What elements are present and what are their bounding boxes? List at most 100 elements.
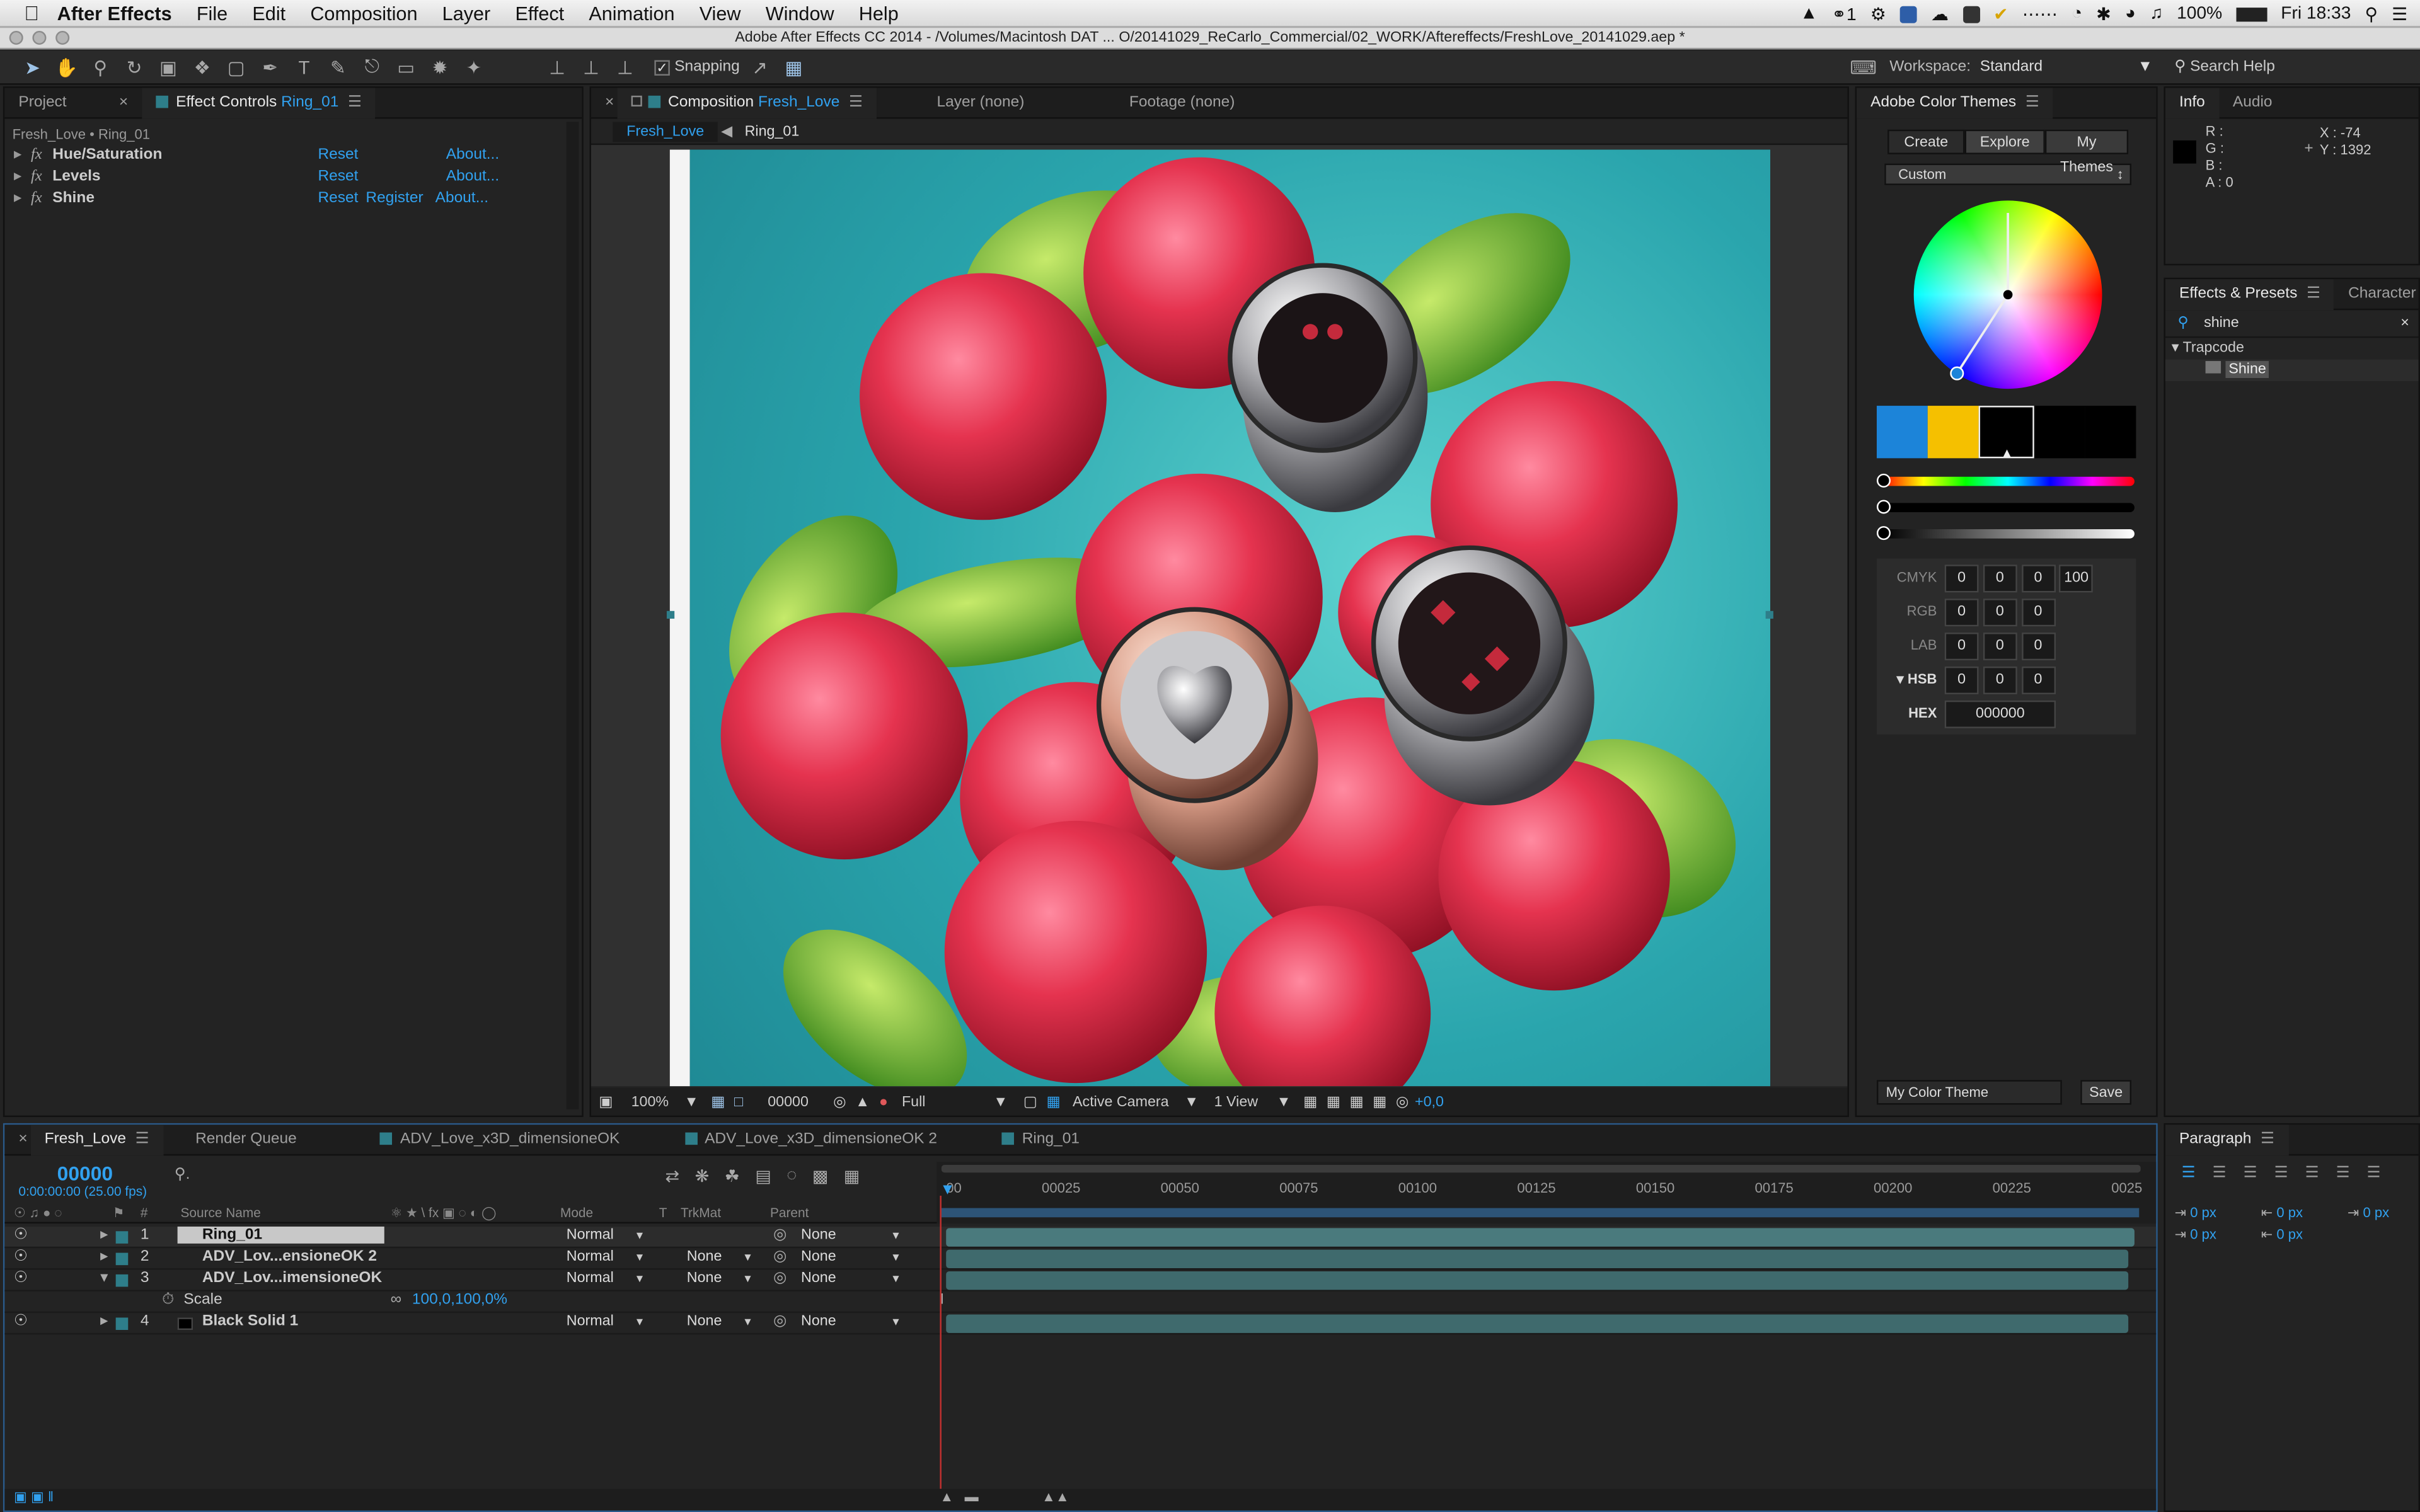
chevron-down-icon[interactable]: ▼ <box>742 1253 753 1264</box>
clock[interactable]: Fri 18:33 <box>2281 4 2351 23</box>
pickwhip-icon[interactable]: ◎ <box>773 1313 786 1330</box>
layer-duration-bar[interactable] <box>946 1228 2135 1247</box>
rotate-tool-icon[interactable]: ↻ <box>120 53 148 81</box>
rectangle-tool-icon[interactable]: ▢ <box>222 53 250 81</box>
eye-icon[interactable]: ☉ <box>14 1248 28 1265</box>
search-help-field[interactable]: ⚲ Search Help <box>2174 59 2275 76</box>
align-center-icon[interactable]: ☰ <box>2206 1165 2233 1186</box>
spotlight-icon[interactable]: ⚲ <box>2365 3 2378 25</box>
layer-duration-bar[interactable] <box>946 1271 2129 1290</box>
tab-create[interactable]: Create <box>1887 129 1965 154</box>
disclosure-triangle-icon[interactable]: ▸ <box>14 188 21 210</box>
fx-icon[interactable]: fx <box>31 166 42 188</box>
chevron-down-icon[interactable]: ▼ <box>635 1317 645 1328</box>
lab-a-field[interactable]: 0 <box>1983 633 2017 661</box>
chevron-down-icon[interactable]: ▼ <box>1276 1093 1291 1110</box>
tab-footage[interactable]: Footage (none) <box>1115 87 1249 118</box>
layer-name[interactable]: ADV_Lov...imensioneOK <box>202 1270 382 1287</box>
disclosure-triangle-icon[interactable]: ▾ <box>100 1270 108 1287</box>
chevron-down-icon[interactable]: ▼ <box>890 1253 901 1264</box>
chevron-down-icon[interactable]: ▼ <box>993 1093 1008 1110</box>
menu-composition[interactable]: Composition <box>298 3 430 24</box>
chevron-down-icon[interactable]: ▼ <box>684 1093 699 1110</box>
layer-row[interactable]: ☉ ▸ 4 Black Solid 1 Normal ▼ None ▼ ◎ No… <box>4 1313 2157 1335</box>
lock-icon[interactable] <box>631 94 642 106</box>
swatch[interactable] <box>1928 406 1979 459</box>
effects-item-shine[interactable]: Shine <box>2165 359 2419 381</box>
layer-row[interactable]: ☉ ▸ 2 ADV_Lov...ensioneOK 2 Normal ▼ Non… <box>4 1248 2157 1270</box>
rgb-r-field[interactable]: 0 <box>1944 598 1979 627</box>
comp-edge-handle[interactable] <box>666 610 675 619</box>
chevron-down-icon[interactable]: ▼ <box>742 1317 753 1328</box>
volume-icon[interactable]: ♫ <box>2150 4 2163 23</box>
zoom-in-icon[interactable]: ▲▲ <box>1042 1489 1069 1504</box>
layer-name[interactable]: Ring_01 <box>177 1226 384 1244</box>
tab-adv-love-2[interactable]: ADV_Love_x3D_dimensioneOK 2 <box>671 1124 951 1155</box>
hsb-b-field[interactable]: 0 <box>2021 666 2055 695</box>
tab-color-themes[interactable]: Adobe Color Themes ☰ <box>1857 87 2053 118</box>
property-row-scale[interactable]: ⏱ Scale ∞ 100,0,100,0% I <box>4 1292 2157 1314</box>
chevron-down-icon[interactable]: ▼ <box>890 1317 901 1328</box>
brush-tool-icon[interactable]: ✎ <box>324 53 352 81</box>
hsb-s-field[interactable]: 0 <box>1983 666 2017 695</box>
tab-effects-presets[interactable]: Effects & Presets ☰ <box>2165 278 2335 310</box>
tab-fresh-love[interactable]: Fresh_Love ☰ <box>30 1124 163 1155</box>
wifi-icon[interactable]: ◕ <box>2125 4 2136 23</box>
snapping-toggle[interactable]: ✓ Snapping <box>654 59 740 76</box>
magnification-select[interactable]: 100% <box>631 1093 669 1110</box>
panel-menu-icon[interactable]: ☰ <box>135 1130 149 1147</box>
norton-icon[interactable]: ✔ <box>1993 3 2008 25</box>
tab-ring-01[interactable]: Ring_01 <box>988 1124 1093 1155</box>
stopwatch-icon[interactable]: ⏱ <box>162 1292 174 1309</box>
swatch[interactable] <box>2033 406 2085 459</box>
effects-search-field[interactable]: ⚲ shine × <box>2165 310 2419 338</box>
panel-scrollbar[interactable] <box>566 122 579 1109</box>
layer-mode-select[interactable]: Normal <box>567 1270 614 1287</box>
toggle-switches-icon[interactable]: ▣ ▣ ‖ <box>14 1489 54 1504</box>
selection-tool-icon[interactable]: ➤ <box>18 53 46 81</box>
saturation-slider[interactable] <box>1876 500 2135 514</box>
app-icon[interactable] <box>1900 5 1917 23</box>
work-area-bar[interactable] <box>941 1164 2141 1173</box>
frame-blending-icon[interactable]: ▤ <box>755 1166 771 1186</box>
effect-row-levels[interactable]: ▸ fx Levels Reset About... <box>4 166 582 188</box>
layer-mode-select[interactable]: Normal <box>567 1227 614 1244</box>
layer-parent-select[interactable]: None <box>801 1270 836 1287</box>
layer-trkmat-select[interactable]: None <box>687 1248 722 1265</box>
disclosure-triangle-icon[interactable]: ▾ <box>2172 340 2183 357</box>
disclosure-triangle-icon[interactable]: ▸ <box>14 166 21 188</box>
safe-zones-icon[interactable]: □ <box>734 1093 743 1110</box>
hsb-h-field[interactable]: 0 <box>1944 666 1979 695</box>
menu-view[interactable]: View <box>687 3 753 24</box>
layer-mode-select[interactable]: Normal <box>567 1313 614 1330</box>
tab-character[interactable]: Character <box>2334 278 2420 309</box>
snap-edges-icon[interactable]: ↗ <box>746 53 774 81</box>
layer-row[interactable]: ☉ ▾ 3 ADV_Lov...imensioneOK Normal ▼ Non… <box>4 1270 2157 1292</box>
save-theme-button[interactable]: Save <box>2080 1080 2132 1105</box>
effects-group-trapcode[interactable]: ▾ Trapcode <box>2165 338 2419 359</box>
space-after-value[interactable]: 0 px <box>2276 1227 2303 1242</box>
eye-icon[interactable]: ☉ <box>14 1227 28 1244</box>
creative-cloud-icon[interactable]: ⚭1 <box>1831 3 1856 25</box>
lab-l-field[interactable]: 0 <box>1944 633 1979 661</box>
motion-blur-icon[interactable]: ◌ <box>786 1166 797 1186</box>
drive-icon[interactable]: ▲ <box>1800 4 1818 23</box>
tab-info[interactable]: Info <box>2165 87 2219 118</box>
menu-edit[interactable]: Edit <box>240 3 298 24</box>
hsb-label-wrap[interactable]: ▾ HSB <box>1877 671 1945 688</box>
show-snapshot-icon[interactable]: ▲ <box>855 1093 870 1110</box>
tab-project[interactable]: Project × <box>4 87 142 118</box>
scale-value[interactable]: 100,0,100,0% <box>412 1292 507 1309</box>
snap-features-icon[interactable]: ▦ <box>780 53 807 81</box>
effect-reset-link[interactable]: Reset <box>318 188 358 210</box>
indent-left-value[interactable]: 0 px <box>2190 1205 2216 1220</box>
camera-select[interactable]: Active Camera <box>1073 1093 1169 1110</box>
hex-field[interactable]: 000000 <box>1944 700 2056 728</box>
pickwhip-icon[interactable]: ◎ <box>773 1248 786 1265</box>
label-color-swatch[interactable] <box>115 1252 129 1266</box>
disclosure-triangle-icon[interactable]: ▸ <box>100 1313 108 1330</box>
breadcrumb-layer[interactable]: Ring_01 <box>745 123 800 140</box>
snapping-checkbox[interactable]: ✓ <box>654 59 670 75</box>
tab-layer[interactable]: Layer (none) <box>923 87 1038 118</box>
composition-viewer[interactable] <box>591 145 1848 1087</box>
